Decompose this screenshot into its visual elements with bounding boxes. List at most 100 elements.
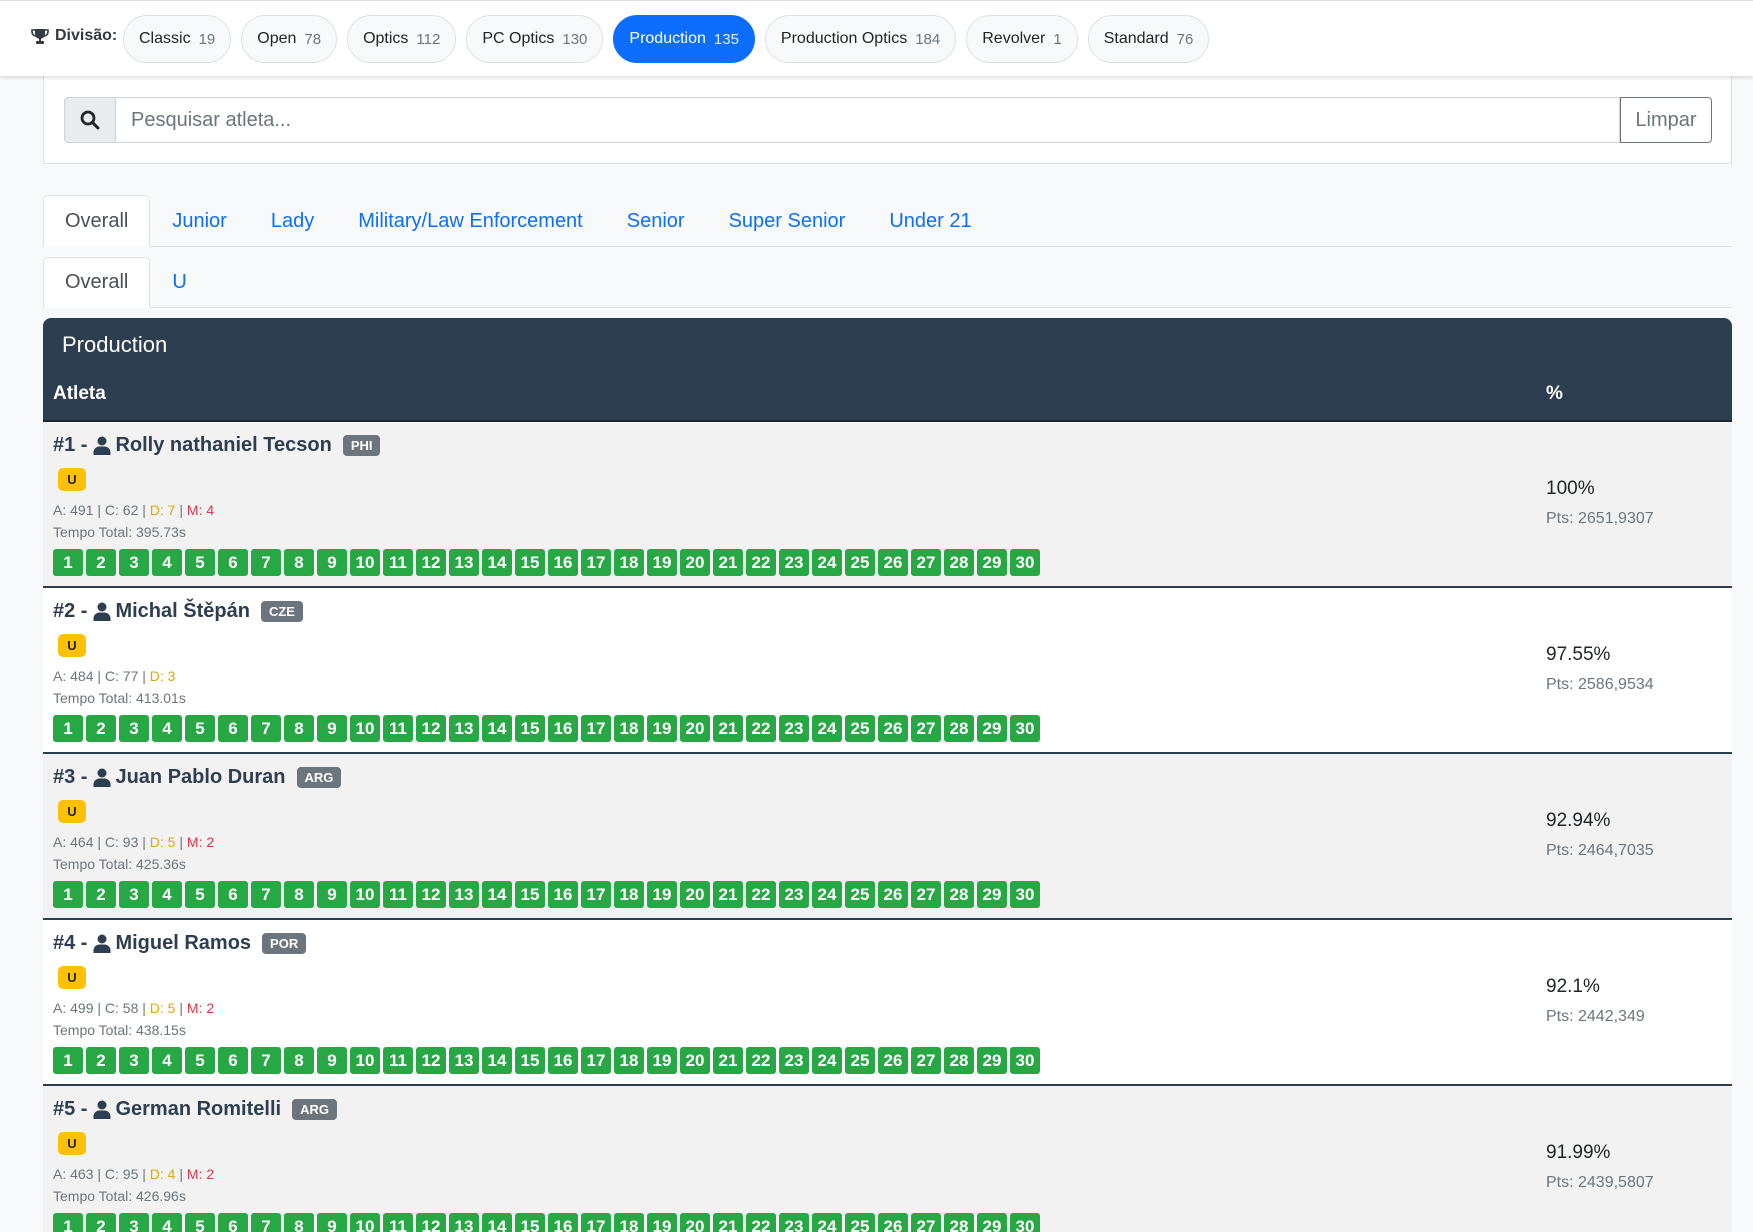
stage-badge[interactable]: 17	[581, 715, 611, 742]
stage-badge[interactable]: 29	[977, 1213, 1007, 1232]
stage-badge[interactable]: 28	[944, 549, 974, 576]
stage-badge[interactable]: 2	[86, 549, 116, 576]
stage-badge[interactable]: 18	[614, 881, 644, 908]
division-pill-open[interactable]: Open 78	[241, 15, 338, 63]
division-pill-revolver[interactable]: Revolver 1	[966, 15, 1078, 63]
stage-badge[interactable]: 2	[86, 881, 116, 908]
athlete-row[interactable]: #5 - German Romitelli ARG U A: 463 | C: 95 |…	[43, 1086, 1732, 1232]
tab-lady[interactable]: Lady	[249, 195, 336, 247]
stage-badge[interactable]: 11	[383, 881, 413, 908]
stage-badge[interactable]: 6	[218, 1213, 248, 1232]
subtab-overall[interactable]: Overall	[43, 257, 151, 308]
stage-badge[interactable]: 24	[812, 549, 842, 576]
stage-badge[interactable]: 28	[944, 1047, 974, 1074]
stage-badge[interactable]: 5	[185, 881, 215, 908]
stage-badge[interactable]: 8	[284, 1213, 314, 1232]
stage-badge[interactable]: 27	[911, 715, 941, 742]
division-pill-optics[interactable]: Optics 112	[347, 15, 457, 63]
stage-badge[interactable]: 27	[911, 1047, 941, 1074]
stage-badge[interactable]: 9	[317, 1047, 347, 1074]
tab-under-21[interactable]: Under 21	[867, 195, 993, 247]
stage-badge[interactable]: 8	[284, 881, 314, 908]
stage-badge[interactable]: 1	[53, 549, 83, 576]
stage-badge[interactable]: 9	[317, 715, 347, 742]
tab-senior[interactable]: Senior	[605, 195, 707, 247]
clear-button[interactable]: Limpar	[1620, 97, 1712, 143]
stage-badge[interactable]: 25	[845, 1047, 875, 1074]
stage-badge[interactable]: 15	[515, 549, 545, 576]
stage-badge[interactable]: 3	[119, 881, 149, 908]
tab-overall[interactable]: Overall	[43, 195, 151, 247]
stage-badge[interactable]: 20	[680, 1213, 710, 1232]
stage-badge[interactable]: 9	[317, 1213, 347, 1232]
stage-badge[interactable]: 25	[845, 715, 875, 742]
stage-badge[interactable]: 24	[812, 881, 842, 908]
stage-badge[interactable]: 20	[680, 549, 710, 576]
division-pill-standard[interactable]: Standard 76	[1087, 15, 1210, 63]
stage-badge[interactable]: 17	[581, 1213, 611, 1232]
stage-badge[interactable]: 21	[713, 549, 743, 576]
division-pill-production[interactable]: Production 135	[613, 15, 755, 63]
stage-badge[interactable]: 6	[218, 1047, 248, 1074]
stage-badge[interactable]: 7	[251, 549, 281, 576]
stage-badge[interactable]: 21	[713, 881, 743, 908]
stage-badge[interactable]: 30	[1010, 1047, 1040, 1074]
stage-badge[interactable]: 6	[218, 715, 248, 742]
stage-badge[interactable]: 20	[680, 1047, 710, 1074]
stage-badge[interactable]: 16	[548, 715, 578, 742]
stage-badge[interactable]: 27	[911, 881, 941, 908]
stage-badge[interactable]: 11	[383, 1047, 413, 1074]
stage-badge[interactable]: 22	[746, 1213, 776, 1232]
stage-badge[interactable]: 29	[977, 881, 1007, 908]
stage-badge[interactable]: 23	[779, 881, 809, 908]
athlete-row[interactable]: #2 - Michal Štěpán CZE U A: 484 | C: 77 | D:…	[43, 588, 1732, 754]
stage-badge[interactable]: 13	[449, 881, 479, 908]
stage-badge[interactable]: 18	[614, 1047, 644, 1074]
stage-badge[interactable]: 23	[779, 715, 809, 742]
stage-badge[interactable]: 17	[581, 1047, 611, 1074]
stage-badge[interactable]: 26	[878, 1047, 908, 1074]
stage-badge[interactable]: 14	[482, 1047, 512, 1074]
stage-badge[interactable]: 10	[350, 881, 380, 908]
stage-badge[interactable]: 26	[878, 1213, 908, 1232]
stage-badge[interactable]: 22	[746, 549, 776, 576]
stage-badge[interactable]: 12	[416, 1213, 446, 1232]
division-pill-pc-optics[interactable]: PC Optics 130	[466, 15, 604, 63]
stage-badge[interactable]: 6	[218, 549, 248, 576]
stage-badge[interactable]: 28	[944, 881, 974, 908]
stage-badge[interactable]: 23	[779, 549, 809, 576]
stage-badge[interactable]: 8	[284, 549, 314, 576]
stage-badge[interactable]: 9	[317, 881, 347, 908]
stage-badge[interactable]: 26	[878, 715, 908, 742]
athlete-name[interactable]: Miguel Ramos	[115, 932, 251, 955]
stage-badge[interactable]: 4	[152, 549, 182, 576]
stage-badge[interactable]: 20	[680, 881, 710, 908]
stage-badge[interactable]: 4	[152, 1047, 182, 1074]
subtab-u[interactable]: U	[150, 257, 208, 308]
stage-badge[interactable]: 15	[515, 715, 545, 742]
stage-badge[interactable]: 10	[350, 1213, 380, 1232]
stage-badge[interactable]: 22	[746, 715, 776, 742]
stage-badge[interactable]: 29	[977, 549, 1007, 576]
stage-badge[interactable]: 1	[53, 1213, 83, 1232]
stage-badge[interactable]: 25	[845, 881, 875, 908]
stage-badge[interactable]: 23	[779, 1213, 809, 1232]
stage-badge[interactable]: 26	[878, 881, 908, 908]
stage-badge[interactable]: 7	[251, 1213, 281, 1232]
stage-badge[interactable]: 5	[185, 1213, 215, 1232]
stage-badge[interactable]: 14	[482, 549, 512, 576]
stage-badge[interactable]: 21	[713, 1047, 743, 1074]
division-pill-production-optics[interactable]: Production Optics 184	[764, 15, 957, 63]
stage-badge[interactable]: 25	[845, 1213, 875, 1232]
stage-badge[interactable]: 3	[119, 1047, 149, 1074]
stage-badge[interactable]: 19	[647, 715, 677, 742]
stage-badge[interactable]: 21	[713, 715, 743, 742]
stage-badge[interactable]: 29	[977, 715, 1007, 742]
stage-badge[interactable]: 16	[548, 881, 578, 908]
stage-badge[interactable]: 3	[119, 549, 149, 576]
stage-badge[interactable]: 6	[218, 881, 248, 908]
stage-badge[interactable]: 15	[515, 881, 545, 908]
stage-badge[interactable]: 19	[647, 549, 677, 576]
stage-badge[interactable]: 22	[746, 1047, 776, 1074]
athlete-name[interactable]: Michal Štěpán	[115, 600, 249, 623]
